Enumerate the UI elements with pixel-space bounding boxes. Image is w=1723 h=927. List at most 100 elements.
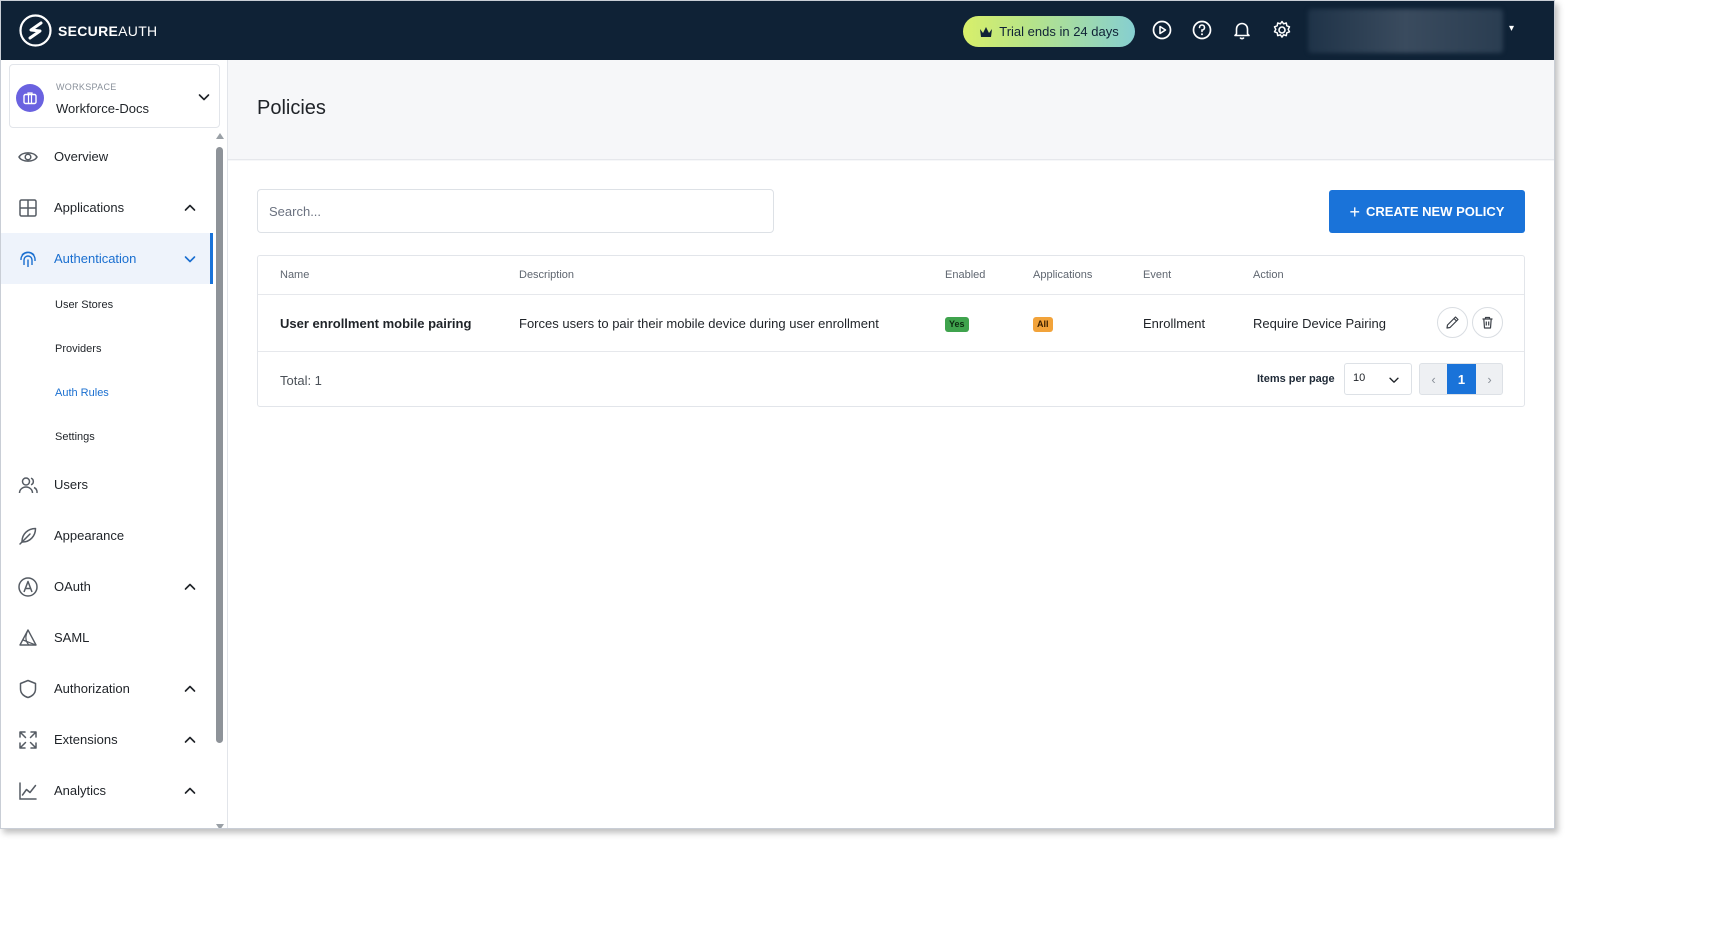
chart-line-icon xyxy=(19,781,37,800)
column-header-name[interactable]: Name xyxy=(280,269,309,281)
create-new-policy-button[interactable]: + CREATE NEW POLICY xyxy=(1329,190,1525,233)
sidebar-subitem-user-stores[interactable]: User Stores xyxy=(55,299,113,311)
sidebar-subitem-auth-rules[interactable]: Auth Rules xyxy=(55,387,109,399)
sidebar-item-authorization[interactable]: Authorization xyxy=(1,663,213,714)
policy-action: Require Device Pairing xyxy=(1253,316,1386,331)
app-window: SECUREAUTH Trial ends in 24 days ▾ WORKS… xyxy=(0,0,1555,829)
chevron-down-icon[interactable] xyxy=(196,89,212,105)
gear-icon[interactable] xyxy=(1271,19,1293,41)
sidebar-scrollbar[interactable] xyxy=(213,133,227,828)
oauth-icon xyxy=(18,576,38,597)
pagination: ‹ 1 › xyxy=(1419,363,1503,395)
chevron-up-icon[interactable] xyxy=(182,681,198,697)
brand-name: SECUREAUTH xyxy=(58,22,158,39)
next-page-button[interactable]: › xyxy=(1476,364,1503,394)
trial-badge[interactable]: Trial ends in 24 days xyxy=(963,16,1135,47)
policy-event: Enrollment xyxy=(1143,316,1206,331)
scroll-up-arrow-icon[interactable] xyxy=(216,133,224,139)
crown-icon xyxy=(980,26,993,37)
column-header-action[interactable]: Action xyxy=(1253,269,1284,281)
main-content: Policies + CREATE NEW POLICY Name Descri… xyxy=(228,60,1554,828)
users-icon xyxy=(18,476,38,493)
fingerprint-icon xyxy=(20,251,36,267)
workspace-avatar xyxy=(16,84,44,112)
briefcase-icon xyxy=(23,92,37,105)
sidebar-item-label: Extensions xyxy=(54,732,118,747)
policy-description: Forces users to pair their mobile device… xyxy=(519,316,879,331)
sidebar-item-applications[interactable]: Applications xyxy=(1,182,213,233)
top-bar: SECUREAUTH Trial ends in 24 days ▾ xyxy=(1,1,1554,60)
chevron-up-icon[interactable] xyxy=(182,783,198,799)
sidebar-item-appearance[interactable]: Appearance xyxy=(1,510,213,561)
scroll-thumb[interactable] xyxy=(216,147,223,743)
sidebar-item-label: Users xyxy=(54,477,88,492)
brand-logo[interactable]: SECUREAUTH xyxy=(19,14,157,47)
column-header-event[interactable]: Event xyxy=(1143,269,1171,281)
sidebar-item-label: Authentication xyxy=(54,251,137,266)
previous-page-button[interactable]: ‹ xyxy=(1420,364,1447,394)
workspace-selector[interactable]: WORKSPACE Workforce-Docs xyxy=(9,64,220,128)
column-header-applications[interactable]: Applications xyxy=(1033,269,1092,281)
chevron-down-icon[interactable] xyxy=(182,251,198,267)
sidebar-subitem-providers[interactable]: Providers xyxy=(55,343,101,355)
eye-icon xyxy=(18,151,38,162)
feather-icon xyxy=(19,527,37,545)
sidebar-item-authentication[interactable]: Authentication xyxy=(1,233,213,284)
chevron-up-icon[interactable] xyxy=(182,732,198,748)
pencil-icon xyxy=(1446,316,1459,329)
sidebar-item-oauth[interactable]: OAuth xyxy=(1,561,213,612)
shield-icon xyxy=(19,679,37,698)
delete-button[interactable] xyxy=(1472,307,1503,338)
chevron-up-icon[interactable] xyxy=(182,200,198,216)
total-count: Total: 1 xyxy=(280,373,322,388)
trial-text: Trial ends in 24 days xyxy=(999,24,1119,39)
policies-table: Name Description Enabled Applications Ev… xyxy=(257,255,1525,407)
sidebar-subitem-settings[interactable]: Settings xyxy=(55,431,95,443)
chevron-down-icon xyxy=(1389,377,1399,383)
sidebar: WORKSPACE Workforce-Docs Overview Applic… xyxy=(1,60,228,828)
search-input[interactable] xyxy=(257,189,774,233)
sidebar-item-label: Analytics xyxy=(54,783,107,798)
sidebar-item-label: SAML xyxy=(54,630,90,645)
policy-name[interactable]: User enrollment mobile pairing xyxy=(280,316,471,331)
column-header-enabled[interactable]: Enabled xyxy=(945,269,985,281)
expand-icon xyxy=(19,730,37,749)
plus-icon: + xyxy=(1349,201,1361,222)
help-circle-icon[interactable] xyxy=(1191,19,1213,41)
items-per-page-label: Items per page xyxy=(1257,373,1335,385)
applications-badge: All xyxy=(1033,317,1053,332)
sidebar-item-analytics[interactable]: Analytics xyxy=(1,765,213,816)
enabled-badge: Yes xyxy=(945,317,969,332)
user-menu[interactable] xyxy=(1308,9,1503,53)
sidebar-item-label: Applications xyxy=(54,200,125,215)
sidebar-item-users[interactable]: Users xyxy=(1,459,213,510)
secureauth-logo-icon xyxy=(19,14,52,47)
workspace-name: Workforce-Docs xyxy=(56,101,149,116)
items-per-page-value: 10 xyxy=(1353,372,1366,384)
chevron-up-icon[interactable] xyxy=(182,579,198,595)
policies-content: + CREATE NEW POLICY Name Description Ena… xyxy=(228,161,1554,828)
page-header: Policies xyxy=(228,60,1554,160)
user-menu-caret-icon[interactable]: ▾ xyxy=(1509,23,1514,34)
workspace-label: WORKSPACE xyxy=(56,82,117,92)
page-button-current[interactable]: 1 xyxy=(1447,364,1476,394)
create-new-policy-label: CREATE NEW POLICY xyxy=(1366,204,1505,219)
sidebar-item-label: Appearance xyxy=(54,528,125,543)
bell-icon[interactable] xyxy=(1231,19,1253,41)
page-title: Policies xyxy=(257,97,326,119)
saml-icon xyxy=(19,628,37,646)
edit-button[interactable] xyxy=(1437,307,1468,338)
sidebar-item-label: Authorization xyxy=(54,681,130,696)
grid-icon xyxy=(19,198,37,217)
table-row[interactable]: User enrollment mobile pairing Forces us… xyxy=(258,295,1524,352)
play-circle-icon[interactable] xyxy=(1151,19,1173,41)
sidebar-item-overview[interactable]: Overview xyxy=(1,131,213,182)
column-header-description[interactable]: Description xyxy=(519,269,574,281)
scroll-down-arrow-icon[interactable] xyxy=(216,824,224,828)
sidebar-item-saml[interactable]: SAML xyxy=(1,612,213,663)
trash-icon xyxy=(1482,316,1493,329)
sidebar-item-label: OAuth xyxy=(54,579,91,594)
sidebar-item-label: Overview xyxy=(54,149,109,164)
items-per-page-select[interactable]: 10 xyxy=(1344,363,1412,395)
sidebar-item-extensions[interactable]: Extensions xyxy=(1,714,213,765)
